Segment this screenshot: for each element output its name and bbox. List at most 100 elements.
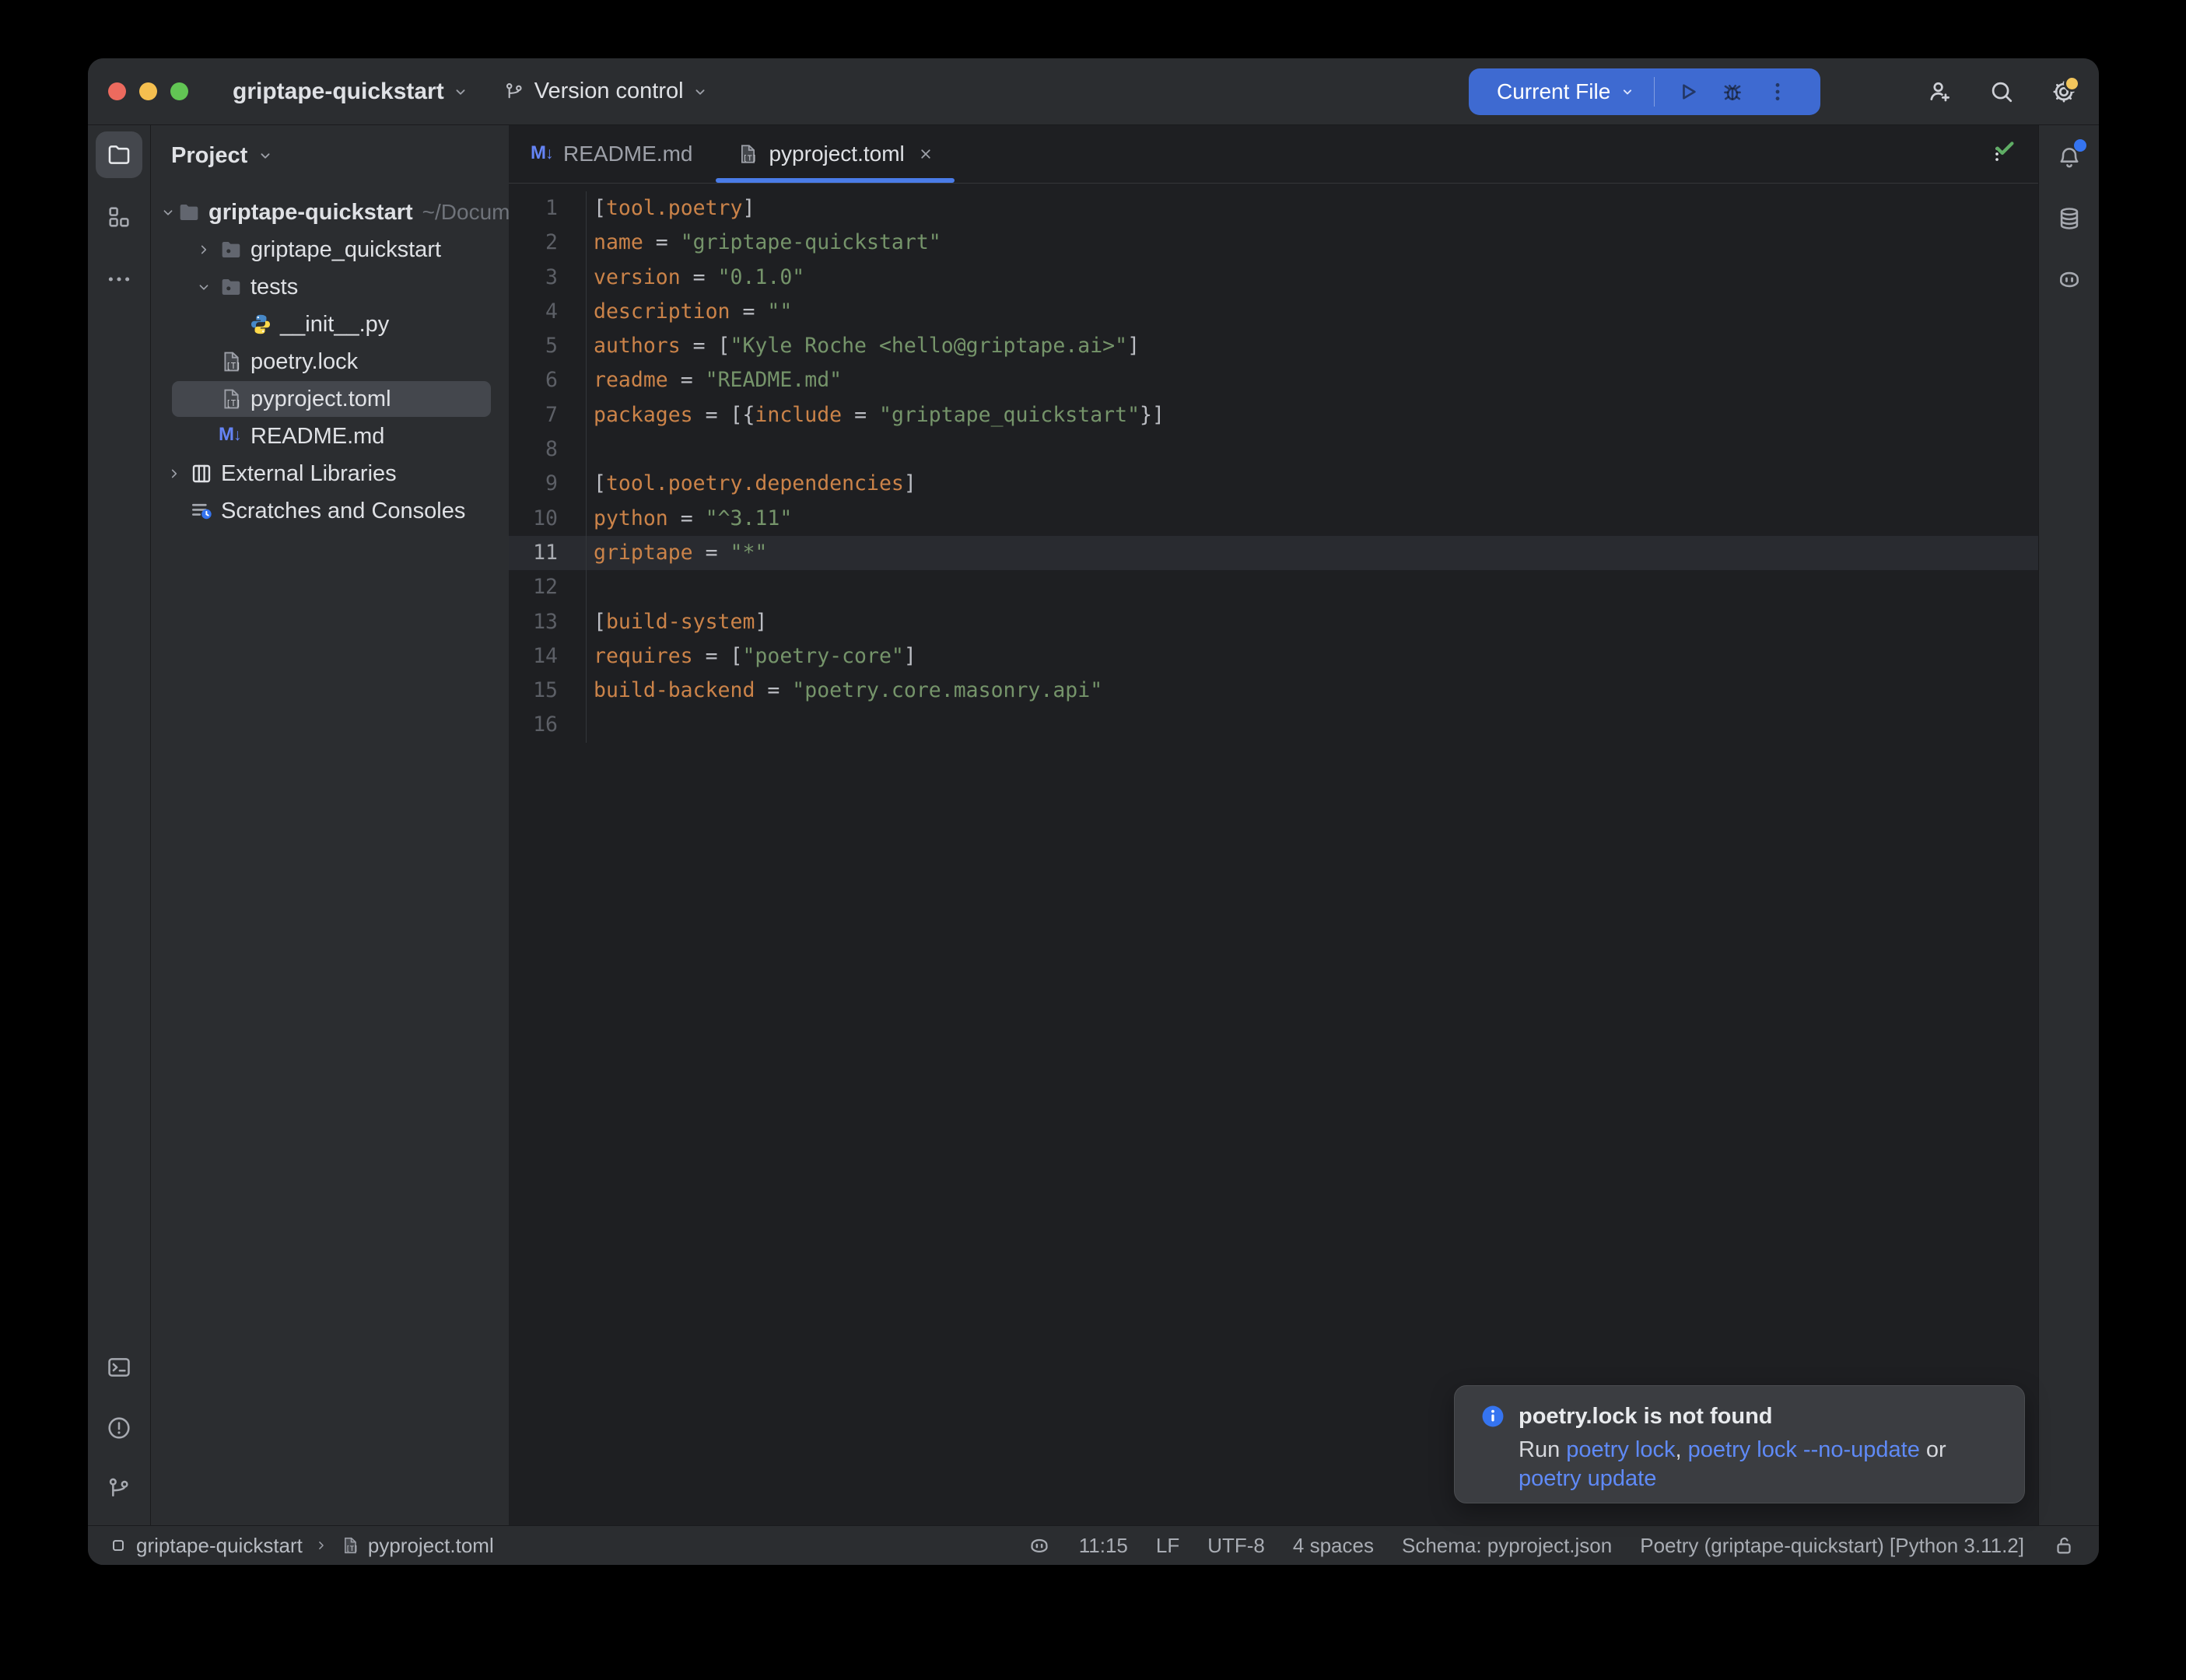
line-number: 7: [509, 398, 587, 432]
zoom-window-button[interactable]: [170, 82, 188, 100]
tree-item-label: pyproject.toml: [250, 387, 391, 412]
project-panel-header[interactable]: Project: [151, 136, 509, 175]
db-toolwindow-button[interactable]: [2046, 195, 2093, 242]
main-area: Project griptape-quickstart~/Documegript…: [88, 125, 2099, 1526]
breadcrumb-item-griptape-quickstart[interactable]: griptape-quickstart: [136, 1534, 303, 1558]
code-line-4: 4description = "": [509, 295, 2038, 329]
inspections-passed-check-icon[interactable]: [1993, 136, 2016, 159]
search-everywhere-icon[interactable]: [1988, 79, 2015, 105]
git-branch-icon: [503, 81, 525, 103]
copilot-toolwindow-button[interactable]: [2046, 256, 2093, 303]
tree-item-tests[interactable]: tests: [151, 268, 509, 306]
tree-item-readme-md[interactable]: M↓README.md: [151, 418, 509, 455]
tree-item-griptape-quickstart[interactable]: griptape-quickstart ~/Docume: [151, 194, 509, 231]
vcs-widget[interactable]: Version control: [503, 79, 709, 104]
terminal-toolwindow-button[interactable]: [96, 1344, 142, 1391]
md-icon: M↓: [219, 424, 243, 449]
line-number: 13: [509, 605, 587, 639]
ide-window: griptape-quickstart Version control Curr…: [88, 58, 2099, 1565]
svg-text:[T]: [T]: [743, 154, 757, 163]
breadcrumb: griptape-quickstart[T]pyproject.toml: [88, 1534, 494, 1558]
tab-readme[interactable]: M↓ README.md: [509, 125, 714, 183]
breadcrumb-item-pyproject-toml[interactable]: pyproject.toml: [368, 1534, 494, 1558]
tree-item-scratches-and-consoles[interactable]: Scratches and Consoles: [151, 492, 509, 530]
tab-pyproject[interactable]: [T] pyproject.toml: [714, 125, 955, 183]
chevron-right-icon[interactable]: [189, 241, 219, 258]
git-toolwindow-button[interactable]: [96, 1465, 142, 1512]
project-path: ~/Docume: [422, 200, 509, 225]
left-strip-bottom: [96, 1344, 142, 1526]
tree-item-external-libraries[interactable]: External Libraries: [151, 455, 509, 492]
toml-icon: [T]: [219, 387, 243, 411]
status-item-lf[interactable]: LF: [1156, 1534, 1179, 1558]
tree-item-label: griptape-quickstart: [208, 200, 413, 226]
line-number: 3: [509, 261, 587, 295]
notification-link[interactable]: poetry lock: [1566, 1437, 1675, 1462]
code-line-2: 2name = "griptape-quickstart": [509, 226, 2038, 260]
editor-tabbar: M↓ README.md [T] pyproject.toml: [509, 125, 2038, 184]
svg-text:[T]: [T]: [226, 361, 240, 371]
breadcrumb-separator-icon: [314, 1538, 329, 1553]
run-play-icon[interactable]: [1675, 79, 1700, 104]
tree-item-pyproject-toml[interactable]: [T] pyproject.toml: [151, 380, 509, 418]
status-item-poetry-griptape-quickstart-python-3-11-2[interactable]: Poetry (griptape-quickstart) [Python 3.1…: [1640, 1534, 2024, 1558]
tree-item-init-py[interactable]: __init__.py: [151, 306, 509, 343]
statusbar-widgets: 11:15 LF UTF-8 4 spaces Schema: pyproject.js…: [1028, 1534, 2099, 1558]
line-number: 9: [509, 467, 587, 501]
debug-bug-icon[interactable]: [1720, 79, 1745, 104]
more-toolwindow-button[interactable]: [96, 256, 142, 303]
pkg-icon: [219, 237, 243, 262]
tree-item-label: Scratches and Consoles: [221, 499, 465, 524]
line-number: 16: [509, 708, 587, 742]
problems-toolwindow-button[interactable]: [96, 1405, 142, 1451]
line-number: 1: [509, 191, 587, 226]
toml-icon: [T]: [219, 349, 243, 374]
tree-item-griptape-quickstart[interactable]: griptape_quickstart: [151, 231, 509, 268]
line-number: 4: [509, 295, 587, 329]
code-line-12: 12: [509, 570, 2038, 604]
code-line-6: 6readme = "README.md": [509, 363, 2038, 397]
more-run-options-kebab-icon[interactable]: [1765, 79, 1790, 104]
status-item-4-spaces[interactable]: 4 spaces: [1293, 1534, 1374, 1558]
code-with-me-add-user-icon[interactable]: [1926, 79, 1953, 105]
notification-popup[interactable]: poetry.lock is not found Run poetry lock…: [1454, 1385, 2025, 1503]
status-item-schema[interactable]: Schema: pyproject.json: [1402, 1534, 1612, 1558]
info-icon: [1480, 1403, 1506, 1430]
project-panel-chevron-down-icon[interactable]: [257, 147, 274, 164]
copilot-status-icon[interactable]: [1028, 1534, 1051, 1557]
line-number: 2: [509, 226, 587, 260]
project-name[interactable]: griptape-quickstart: [233, 79, 444, 105]
chevron-down-icon[interactable]: [159, 204, 177, 221]
settings-gear-icon[interactable]: [2051, 79, 2077, 105]
minimize-window-button[interactable]: [139, 82, 157, 100]
notification-link[interactable]: poetry update: [1519, 1466, 1656, 1491]
project-chevron-down-icon[interactable]: [452, 83, 469, 100]
line-number: 11: [509, 536, 587, 570]
notification-title: poetry.lock is not found: [1519, 1404, 1773, 1430]
run-configuration-button[interactable]: Current File: [1469, 68, 1820, 115]
tree-item-label: tests: [250, 275, 298, 300]
close-window-button[interactable]: [108, 82, 126, 100]
unlocked-padlock-icon[interactable]: [2052, 1534, 2076, 1557]
status-item-utf-8[interactable]: UTF-8: [1207, 1534, 1265, 1558]
settings-notification-badge: [2064, 75, 2080, 92]
run-config-chevron-down-icon[interactable]: [1620, 84, 1635, 100]
chevron-right-icon[interactable]: [159, 465, 189, 482]
project-tree: griptape-quickstart ~/Docume griptape_quic…: [151, 194, 509, 530]
code-area[interactable]: 1[tool.poetry]2name = "griptape-quicksta…: [509, 184, 2038, 1526]
project-panel: Project griptape-quickstart~/Documegript…: [151, 125, 509, 1526]
tree-item-poetry-lock[interactable]: [T]poetry.lock: [151, 343, 509, 380]
notification-link[interactable]: poetry lock --no-update: [1688, 1437, 1920, 1462]
close-tab-icon[interactable]: [917, 145, 934, 163]
folder-tool-toolwindow-button[interactable]: [96, 131, 142, 178]
markdown-file-icon: M↓: [531, 142, 554, 166]
run-button-separator: [1654, 77, 1655, 107]
bell-toolwindow-button[interactable]: [2046, 135, 2093, 181]
chevron-down-icon[interactable]: [189, 278, 219, 296]
structure-toolwindow-button[interactable]: [96, 194, 142, 240]
status-item-11[interactable]: 11:15: [1079, 1534, 1128, 1558]
tree-item-label: griptape_quickstart: [250, 237, 441, 263]
code-line-9: 9[tool.poetry.dependencies]: [509, 467, 2038, 501]
project-panel-title: Project: [171, 143, 247, 169]
line-number: 8: [509, 432, 587, 467]
